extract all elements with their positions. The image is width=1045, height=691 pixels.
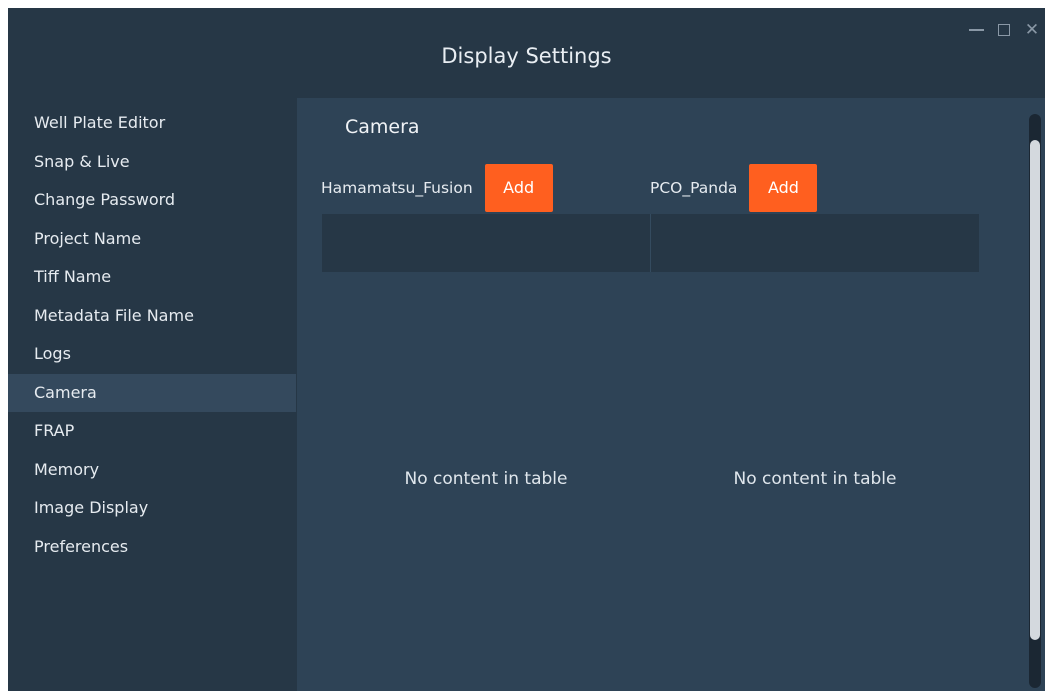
add-camera-button-pco-panda[interactable]: Add [749,164,818,212]
table-header [651,214,979,272]
sidebar-item-image-display[interactable]: Image Display [8,489,296,528]
camera-table-pco-panda[interactable]: No content in table [651,214,979,691]
sidebar-item-project-name[interactable]: Project Name [8,220,296,259]
display-settings-window: Display Settings ✕ Well Plate Editor Sna… [8,8,1045,691]
window-controls: ✕ [967,20,1041,40]
camera-settings-panel: Camera Hamamatsu_Fusion Add PCO_Panda Ad… [297,98,1045,691]
scrollbar-thumb[interactable] [1030,140,1040,640]
settings-nav-list: Well Plate Editor Snap & Live Change Pas… [8,104,296,566]
table-divider [650,214,651,272]
minimize-icon [968,29,984,31]
sidebar-item-tiff-name[interactable]: Tiff Name [8,258,296,297]
camera-name-label: Hamamatsu_Fusion [321,179,473,197]
section-title: Camera [345,116,420,138]
sidebar-item-memory[interactable]: Memory [8,451,296,490]
camera-name-label: PCO_Panda [650,179,738,197]
sidebar-item-frap[interactable]: FRAP [8,412,296,451]
camera-table-hamamatsu[interactable]: No content in table [322,214,650,691]
sidebar-item-camera[interactable]: Camera [8,373,296,412]
sidebar-item-logs[interactable]: Logs [8,335,296,374]
empty-table-message: No content in table [404,469,568,489]
title-bar: Display Settings ✕ [8,8,1045,98]
camera-group-pco-panda: PCO_Panda Add [650,164,818,212]
add-camera-button-hamamatsu[interactable]: Add [484,164,553,212]
empty-table-message: No content in table [733,469,897,489]
maximize-button[interactable] [995,20,1013,40]
maximize-icon [998,24,1010,36]
close-icon: ✕ [1024,19,1040,40]
sidebar-item-preferences[interactable]: Preferences [8,528,296,567]
settings-sidebar: Well Plate Editor Snap & Live Change Pas… [8,98,296,691]
camera-group-hamamatsu: Hamamatsu_Fusion Add [321,164,553,212]
close-button[interactable]: ✕ [1023,20,1041,40]
sidebar-item-change-password[interactable]: Change Password [8,181,296,220]
sidebar-item-metadata-file-name[interactable]: Metadata File Name [8,297,296,336]
window-title: Display Settings [441,44,612,68]
minimize-button[interactable] [967,20,985,40]
sidebar-item-snap-live[interactable]: Snap & Live [8,143,296,182]
vertical-scrollbar[interactable] [1029,114,1041,688]
table-header [322,214,650,272]
sidebar-item-well-plate-editor[interactable]: Well Plate Editor [8,104,296,143]
